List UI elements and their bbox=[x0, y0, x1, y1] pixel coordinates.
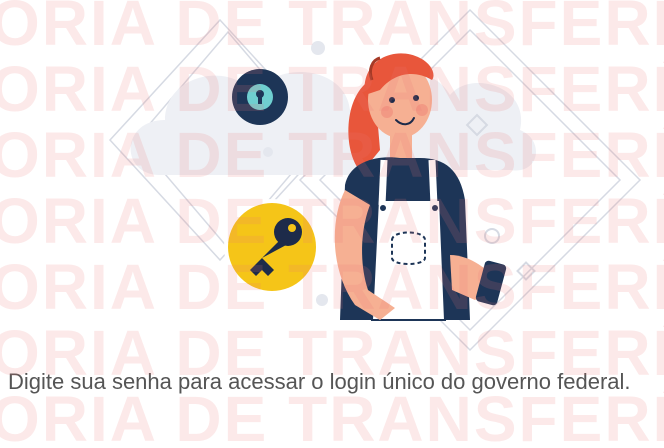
decor-ring bbox=[484, 228, 500, 244]
decor-dot bbox=[263, 147, 273, 157]
keyhole-icon bbox=[232, 69, 288, 125]
decor-dot bbox=[311, 41, 325, 55]
key-icon bbox=[224, 199, 320, 295]
decor-square bbox=[516, 261, 536, 281]
login-instruction: Digite sua senha para acessar o login ún… bbox=[8, 369, 631, 394]
decor-dot bbox=[316, 294, 328, 306]
login-illustration bbox=[108, 8, 642, 352]
